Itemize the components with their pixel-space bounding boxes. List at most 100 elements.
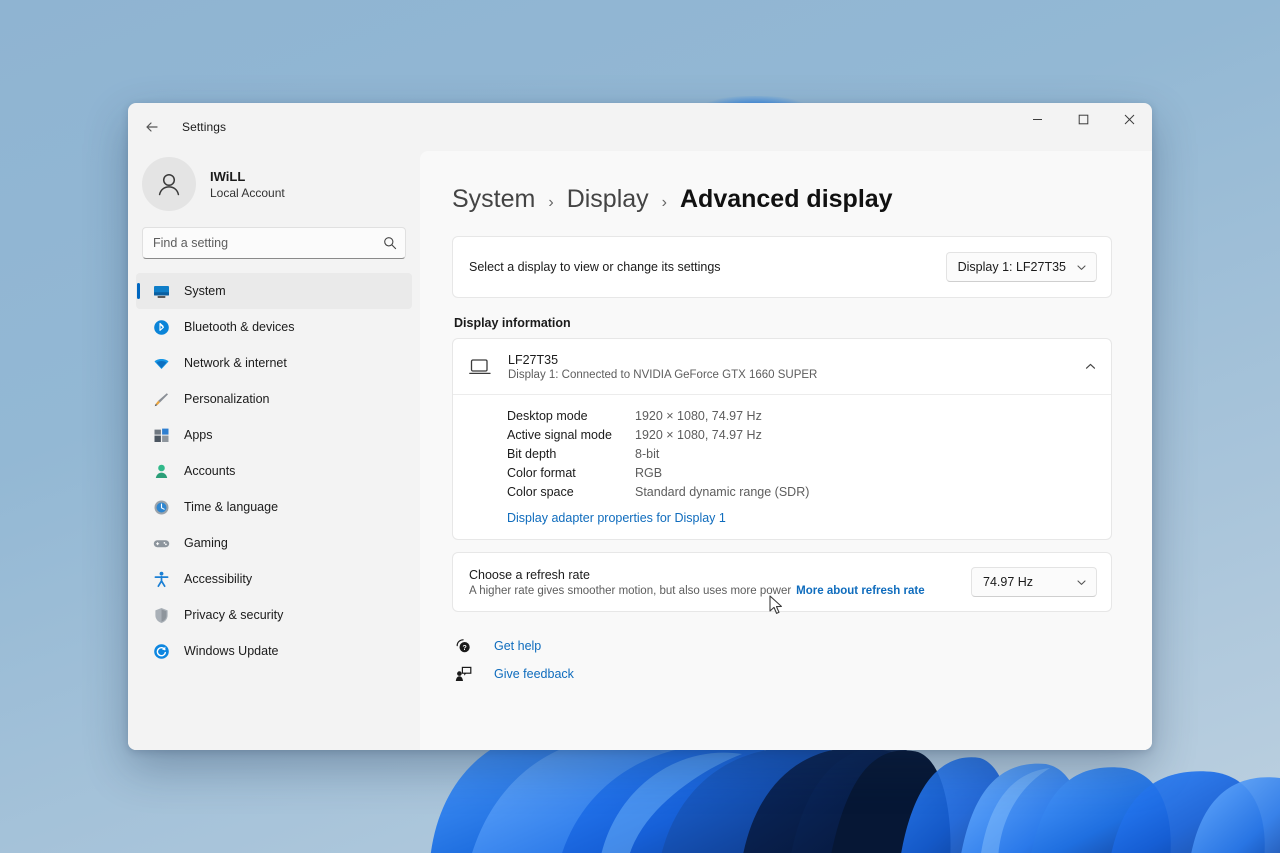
spec-label: Desktop mode xyxy=(507,409,635,423)
sidebar-item-label: Accessibility xyxy=(184,572,252,586)
account-text: IWiLL Local Account xyxy=(210,169,285,200)
sidebar-item-windows-update[interactable]: Windows Update xyxy=(136,633,412,669)
sidebar-item-label: Accounts xyxy=(184,464,235,478)
sidebar-nav: System Bluetooth & devices xyxy=(136,273,412,669)
sidebar-item-bluetooth-devices[interactable]: Bluetooth & devices xyxy=(136,309,412,345)
chevron-down-icon xyxy=(1076,577,1087,588)
sidebar-item-gaming[interactable]: Gaming xyxy=(136,525,412,561)
sidebar-item-label: Time & language xyxy=(184,500,278,514)
gaming-icon xyxy=(152,534,170,552)
paintbrush-glyph xyxy=(153,391,170,408)
avatar xyxy=(142,157,196,211)
display-header-text: LF27T35 Display 1: Connected to NVIDIA G… xyxy=(508,353,1067,381)
spec-label: Bit depth xyxy=(507,447,635,461)
sidebar-item-label: System xyxy=(184,284,226,298)
breadcrumb-item-display[interactable]: Display xyxy=(567,185,649,214)
settings-window: Settings xyxy=(128,103,1152,750)
give-feedback-icon xyxy=(454,666,472,682)
back-arrow-icon xyxy=(144,119,160,135)
refresh-rate-title: Choose a refresh rate xyxy=(469,568,925,582)
refresh-rate-subtitle: A higher rate gives smoother motion, but… xyxy=(469,585,925,597)
refresh-rate-value: 74.97 Hz xyxy=(983,575,1033,589)
spec-label: Active signal mode xyxy=(507,428,635,442)
sidebar-item-label: Personalization xyxy=(184,392,269,406)
get-help-icon: ? xyxy=(454,638,472,654)
breadcrumb-item-advanced-display: Advanced display xyxy=(680,185,893,214)
get-help-link[interactable]: ? Get help xyxy=(454,638,541,654)
personalization-icon xyxy=(152,390,170,408)
spec-value: Standard dynamic range (SDR) xyxy=(635,485,1095,499)
sidebar-item-label: Privacy & security xyxy=(184,608,283,622)
more-about-refresh-rate-link[interactable]: More about refresh rate xyxy=(796,585,924,597)
spec-label: Color space xyxy=(507,485,635,499)
window-body: IWiLL Local Account xyxy=(128,151,1152,750)
monitor-glyph xyxy=(469,358,491,376)
window-controls xyxy=(1014,103,1152,135)
chevron-down-icon xyxy=(1076,262,1087,273)
title-bar: Settings xyxy=(128,103,1152,151)
sidebar-item-accounts[interactable]: Accounts xyxy=(136,453,412,489)
person-badge-glyph xyxy=(153,463,170,480)
desktop: Settings xyxy=(0,0,1280,853)
breadcrumb-item-system[interactable]: System xyxy=(452,185,535,214)
refresh-rate-card: Choose a refresh rate A higher rate give… xyxy=(452,552,1112,612)
spec-value: 8-bit xyxy=(635,447,1095,461)
wifi-globe-glyph xyxy=(153,355,170,372)
account-name: IWiLL xyxy=(210,169,285,184)
sidebar-item-privacy-security[interactable]: Privacy & security xyxy=(136,597,412,633)
clock-globe-glyph xyxy=(153,499,170,516)
footer-links: ? Get help xyxy=(452,638,1112,682)
maximize-button[interactable] xyxy=(1060,103,1106,135)
content-area: System › Display › Advanced display Sele… xyxy=(420,151,1152,750)
display-subtitle: Display 1: Connected to NVIDIA GeForce G… xyxy=(508,369,1067,381)
maximize-icon xyxy=(1078,114,1089,125)
sidebar-item-system[interactable]: System xyxy=(136,273,412,309)
select-display-card: Select a display to view or change its s… xyxy=(452,236,1112,298)
spec-value: RGB xyxy=(635,466,1095,480)
accounts-icon xyxy=(152,462,170,480)
spec-value: 1920 × 1080, 74.97 Hz xyxy=(635,428,1095,442)
account-type: Local Account xyxy=(210,186,285,200)
give-feedback-link[interactable]: Give feedback xyxy=(454,666,574,682)
time-language-icon xyxy=(152,498,170,516)
sidebar-item-time-language[interactable]: Time & language xyxy=(136,489,412,525)
privacy-security-icon xyxy=(152,606,170,624)
breadcrumb-separator: › xyxy=(548,194,553,212)
sidebar-item-personalization[interactable]: Personalization xyxy=(136,381,412,417)
network-icon xyxy=(152,354,170,372)
apps-icon xyxy=(152,426,170,444)
minimize-button[interactable] xyxy=(1014,103,1060,135)
display-specs-table: Desktop mode 1920 × 1080, 74.97 Hz Activ… xyxy=(453,395,1111,539)
search-input[interactable] xyxy=(142,227,406,259)
display-information-header[interactable]: LF27T35 Display 1: Connected to NVIDIA G… xyxy=(453,339,1111,395)
windows-update-icon xyxy=(152,642,170,660)
shield-glyph xyxy=(153,607,170,624)
accessibility-glyph xyxy=(153,571,170,588)
app-title: Settings xyxy=(182,120,226,134)
display-select-dropdown[interactable]: Display 1: LF27T35 xyxy=(946,252,1097,282)
sidebar-item-apps[interactable]: Apps xyxy=(136,417,412,453)
gamepad-glyph xyxy=(153,535,170,552)
display-information-card: LF27T35 Display 1: Connected to NVIDIA G… xyxy=(452,338,1112,540)
sidebar-item-label: Apps xyxy=(184,428,213,442)
apps-glyph xyxy=(153,427,170,444)
sidebar: IWiLL Local Account xyxy=(128,151,420,750)
sidebar-item-label: Gaming xyxy=(184,536,228,550)
help-glyph: ? xyxy=(455,638,472,654)
display-name: LF27T35 xyxy=(508,353,1067,367)
spec-value: 1920 × 1080, 74.97 Hz xyxy=(635,409,1095,423)
refresh-rate-dropdown[interactable]: 74.97 Hz xyxy=(971,567,1097,597)
back-button[interactable] xyxy=(136,111,168,143)
display-adapter-properties-link[interactable]: Display adapter properties for Display 1 xyxy=(507,511,726,525)
person-icon xyxy=(154,169,184,199)
display-select-value: Display 1: LF27T35 xyxy=(958,260,1066,274)
chevron-up-icon[interactable] xyxy=(1084,360,1097,373)
spec-label: Color format xyxy=(507,466,635,480)
bluetooth-glyph xyxy=(153,319,170,336)
get-help-label: Get help xyxy=(494,639,541,653)
sidebar-item-network-internet[interactable]: Network & internet xyxy=(136,345,412,381)
account-block[interactable]: IWiLL Local Account xyxy=(136,151,412,211)
bluetooth-icon xyxy=(152,318,170,336)
sidebar-item-accessibility[interactable]: Accessibility xyxy=(136,561,412,597)
close-button[interactable] xyxy=(1106,103,1152,135)
